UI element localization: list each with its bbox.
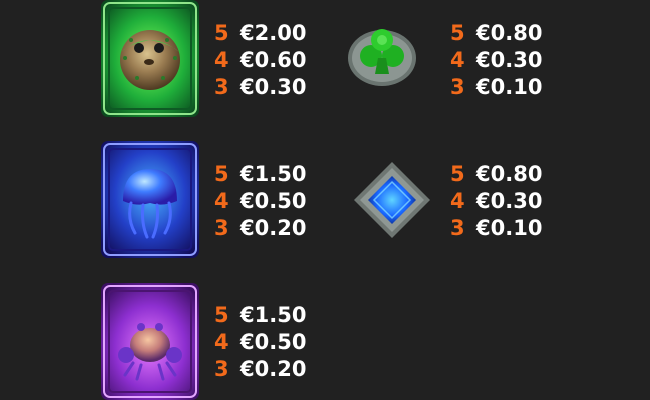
crab-card (101, 283, 199, 400)
symbol-count: 4 (214, 48, 229, 72)
symbol-count: 4 (450, 48, 465, 72)
jellyfish-icon (101, 141, 199, 258)
diamond-card (350, 158, 434, 242)
pufferfish-card (101, 0, 199, 117)
payout-value: €2.00 (240, 21, 307, 45)
payout-value: €0.50 (240, 330, 307, 354)
symbol-count: 5 (214, 21, 229, 45)
symbol-count: 3 (214, 216, 229, 240)
symbol-count: 4 (450, 189, 465, 213)
diamond-icon (354, 162, 430, 238)
club-card (345, 18, 419, 90)
symbol-count: 3 (450, 216, 465, 240)
symbol-count: 3 (214, 357, 229, 381)
symbol-count: 5 (450, 21, 465, 45)
crab-icon (101, 283, 199, 400)
payout-value: €1.50 (240, 162, 307, 186)
payout-value: €0.60 (240, 48, 307, 72)
payout-value: €0.10 (476, 75, 543, 99)
symbol-count: 5 (214, 303, 229, 327)
symbol-count: 5 (450, 162, 465, 186)
club-icon (348, 29, 416, 86)
jellyfish-paytable: 5 €1.50 4 €0.50 3 €0.20 (214, 161, 324, 241)
symbol-count: 5 (214, 162, 229, 186)
pufferfish-paytable: 5 €2.00 4 €0.60 3 €0.30 (214, 20, 324, 100)
payout-value: €0.20 (240, 357, 307, 381)
symbol-count: 4 (214, 189, 229, 213)
payout-value: €0.10 (476, 216, 543, 240)
payout-value: €0.30 (240, 75, 307, 99)
payout-value: €0.80 (476, 162, 543, 186)
payout-value: €0.30 (476, 189, 543, 213)
club-paytable: 5 €0.80 4 €0.30 3 €0.10 (450, 20, 560, 100)
symbol-count: 3 (450, 75, 465, 99)
symbol-count: 4 (214, 330, 229, 354)
payout-value: €0.80 (476, 21, 543, 45)
payout-value: €0.50 (240, 189, 307, 213)
crab-paytable: 5 €1.50 4 €0.50 3 €0.20 (214, 302, 324, 382)
symbol-count: 3 (214, 75, 229, 99)
payout-value: €0.30 (476, 48, 543, 72)
payout-value: €1.50 (240, 303, 307, 327)
diamond-paytable: 5 €0.80 4 €0.30 3 €0.10 (450, 161, 560, 241)
payout-value: €0.20 (240, 216, 307, 240)
jellyfish-card (101, 141, 199, 258)
pufferfish-icon (101, 0, 199, 117)
